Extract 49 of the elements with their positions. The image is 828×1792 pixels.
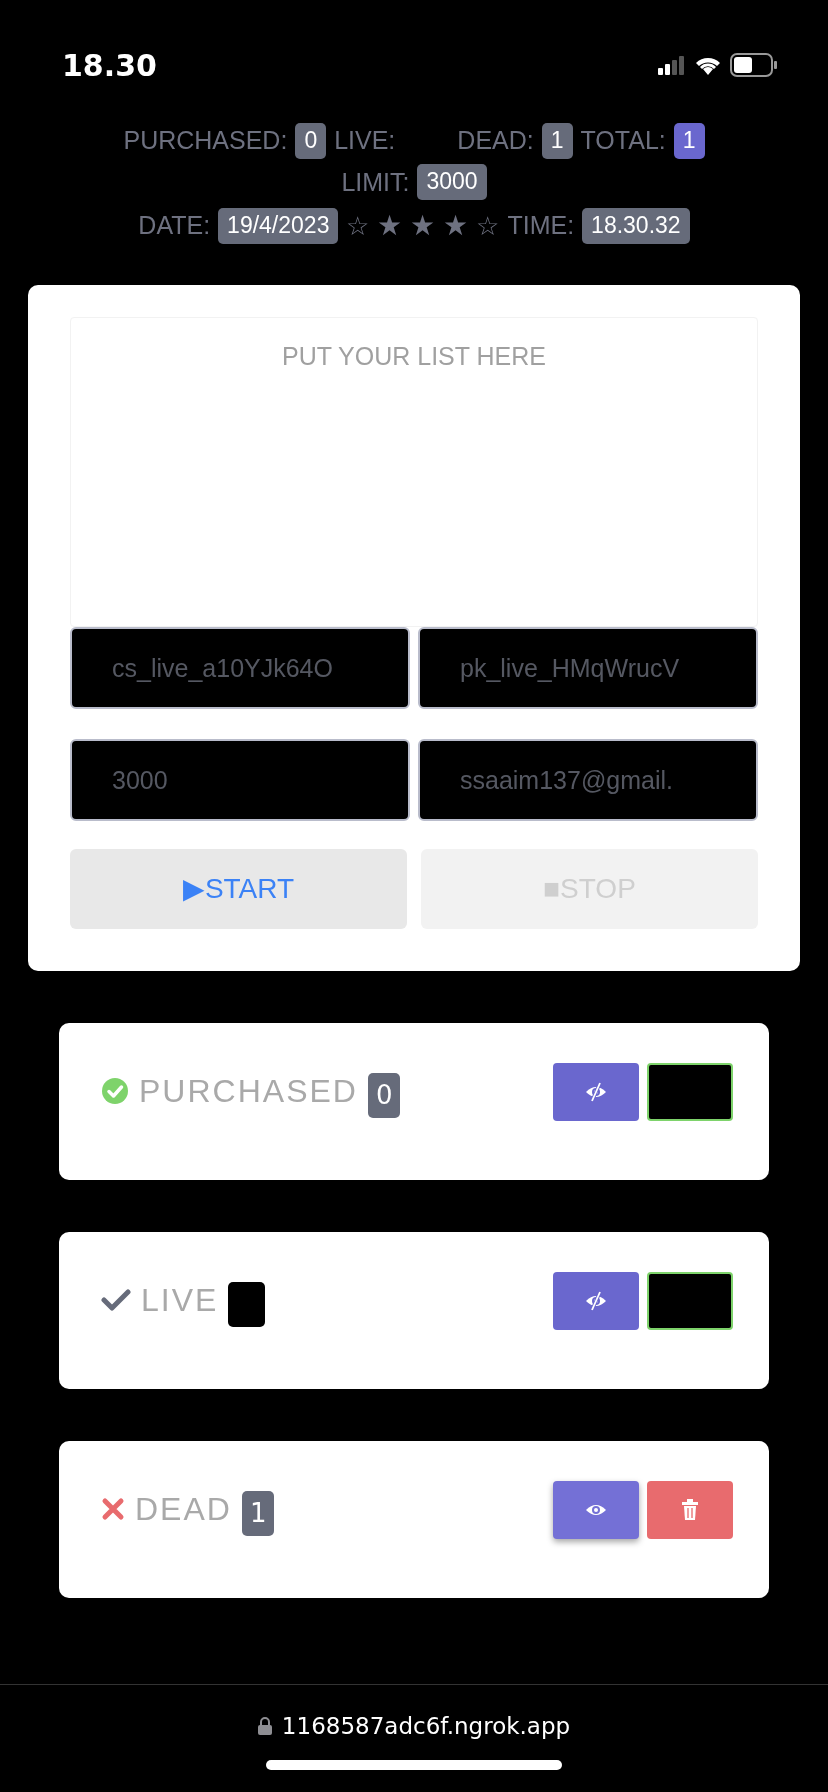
star-icon: ★ [443,205,469,247]
input-field[interactable]: pk_live_HMqWrucV [418,627,758,709]
star-icon: ★ [377,205,403,247]
time-label: TIME: [507,210,575,242]
counter-label: TOTAL: [580,125,666,156]
counter-label: LIVE: [334,125,396,156]
count-badge: 0 [295,122,327,159]
delete-button[interactable] [647,1481,733,1539]
hide-button[interactable] [553,1272,639,1330]
time-badge: 18.30.32 [582,208,690,244]
wifi-icon [694,55,722,75]
input-field[interactable]: 3000 [70,739,410,821]
home-indicator[interactable] [266,1759,562,1770]
star-icon: ★ [410,205,436,247]
list-field[interactable]: PUT YOUR LIST HERE [70,317,758,627]
empty-star-icon: ☆ [346,206,370,246]
trash-icon [681,1499,699,1521]
date-label: DATE: [138,210,211,242]
lock-icon [257,1717,272,1736]
empty-star-icon: ☆ [476,206,500,246]
blank-button[interactable] [647,1063,733,1121]
input-field[interactable]: cs_live_a10YJk64O [70,627,410,709]
result-title: PURCHASED [139,1071,358,1111]
result-title: DEAD [135,1489,232,1529]
eye-slash-icon [584,1082,608,1102]
check-circle-icon [101,1076,129,1105]
signal-icon [658,55,686,75]
date-badge: 19/4/2023 [218,208,339,244]
count-badge: 0 [367,1073,401,1118]
count-badge: 1 [541,122,573,159]
view-button[interactable] [553,1481,639,1539]
status-time: 18.30 [62,46,157,85]
cross-icon [101,1496,125,1521]
counter-label: LIMIT: [341,166,410,198]
blank-button[interactable] [647,1272,733,1330]
url-text[interactable]: 1168587adc6f.ngrok.app [281,1709,571,1744]
start-button[interactable]: ▶START [70,849,407,929]
count-badge: 1 [673,122,705,159]
input-field[interactable]: ssaaim137@gmail. [418,739,758,821]
count-badge: 3000 [417,164,487,201]
check-icon [101,1287,131,1312]
counter-label: PURCHASED: [123,125,288,156]
empty-badge [228,1282,266,1327]
counter-label: DEAD: [457,125,534,156]
count-badge: 1 [241,1491,275,1536]
hide-button[interactable] [553,1063,639,1121]
eye-slash-icon [584,1291,608,1311]
result-title: LIVE [141,1280,219,1320]
battery-icon [730,53,778,77]
